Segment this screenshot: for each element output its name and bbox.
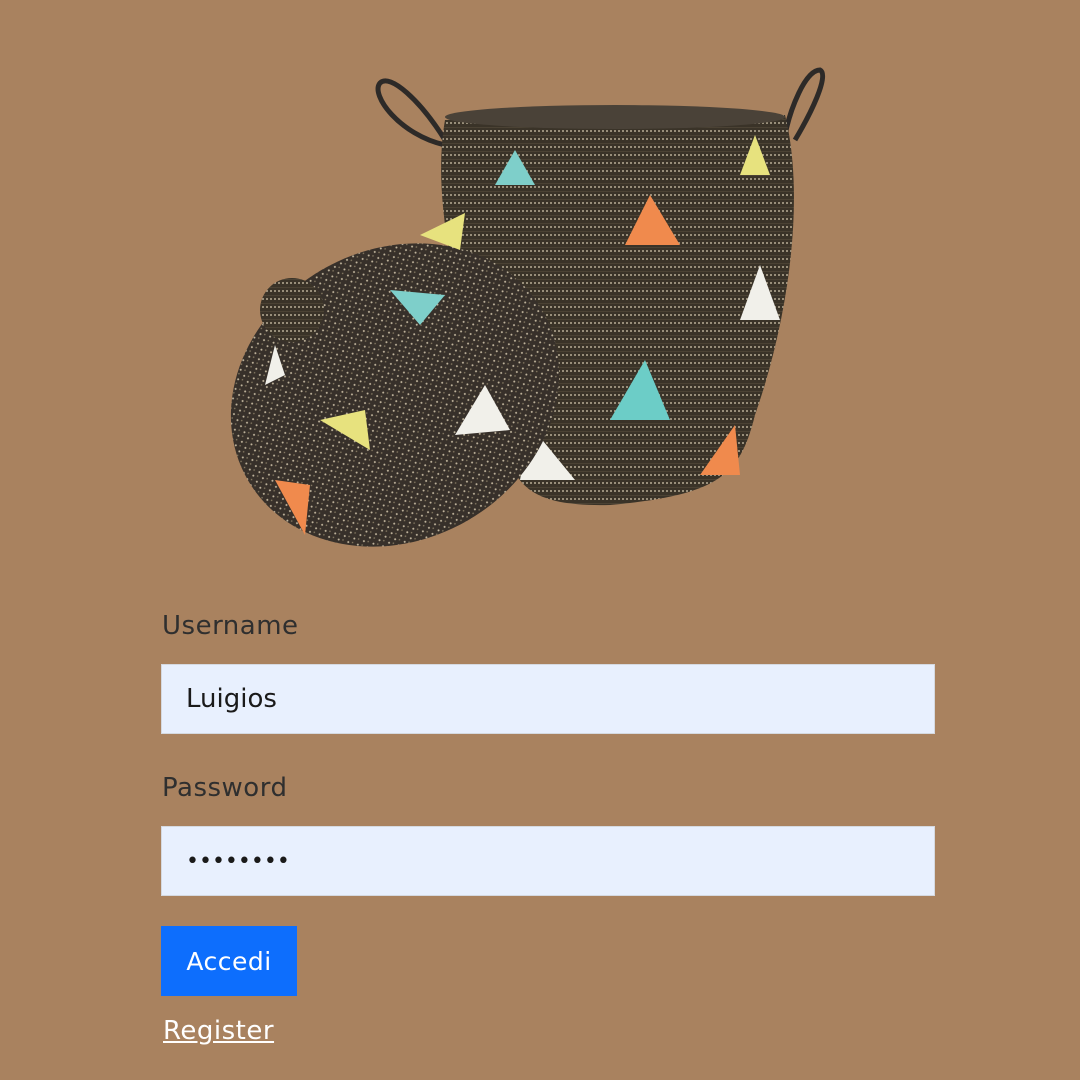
password-label: Password [162,773,288,803]
password-input[interactable] [161,826,935,896]
register-link[interactable]: Register [163,1016,274,1046]
login-button[interactable]: Accedi [161,926,297,996]
login-form: Username Password Accedi Register [161,608,936,1046]
username-input[interactable] [161,664,935,734]
username-label: Username [162,611,299,641]
basket-illustration [230,67,826,547]
basket-image [230,55,850,575]
login-page: Username Password Accedi Register [0,0,1080,1080]
